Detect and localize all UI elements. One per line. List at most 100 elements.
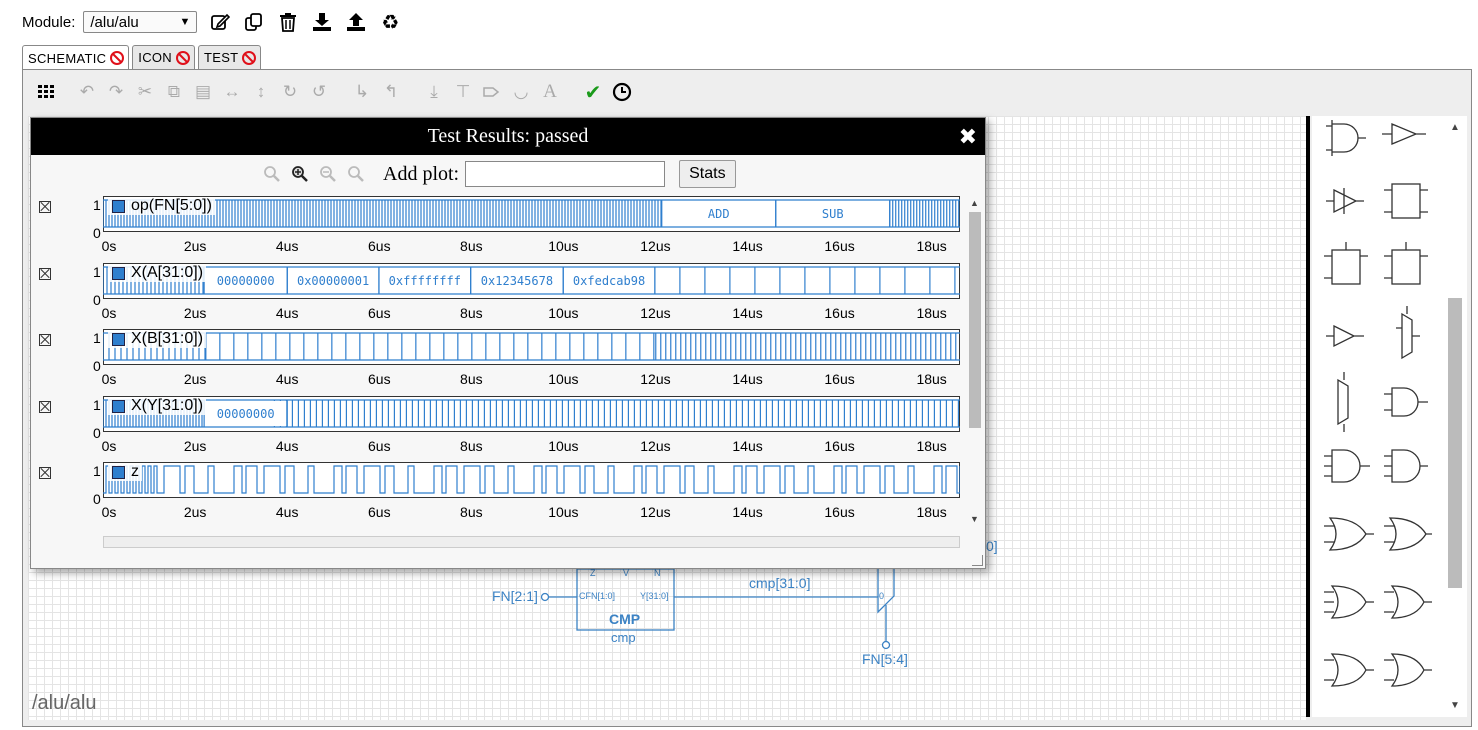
time-tick-label: 12us bbox=[640, 371, 671, 387]
time-tick-label: 12us bbox=[640, 305, 671, 321]
time-tick-label: 16us bbox=[824, 371, 855, 387]
time-tick-label: 4us bbox=[275, 504, 299, 520]
partial-label: 0] bbox=[986, 538, 998, 554]
y-axis-low: 0 bbox=[93, 225, 101, 241]
waveform-plot[interactable]: 00000000 bbox=[103, 396, 960, 432]
time-tick-label: 0s bbox=[101, 371, 117, 387]
time-tick-label: 0s bbox=[101, 504, 117, 520]
remove-plot-checkbox[interactable] bbox=[39, 467, 51, 479]
parts-scrollbar[interactable]: ▲ ▼ bbox=[1447, 120, 1463, 717]
time-tick-label: 2us bbox=[183, 238, 207, 254]
time-tick-label: 18us bbox=[916, 305, 947, 321]
time-tick-label: 4us bbox=[275, 371, 299, 387]
waveform-plot[interactable]: ADD SUB bbox=[103, 196, 960, 232]
y-axis-high: 1 bbox=[93, 330, 101, 346]
zoom-cursor-icon[interactable] bbox=[345, 163, 367, 185]
time-tick-label: 16us bbox=[824, 504, 855, 520]
time-tick-label: 10us bbox=[548, 305, 579, 321]
y-pin: Y[31:0] bbox=[640, 591, 669, 601]
remove-plot-checkbox[interactable] bbox=[39, 268, 51, 280]
time-tick-label: 2us bbox=[183, 438, 207, 454]
add-plot-input[interactable] bbox=[465, 161, 666, 187]
signal-color-swatch[interactable] bbox=[112, 266, 125, 280]
waveform-plot[interactable]: 00000000 0x00000001 0xffffffff 0x12345678 0x… bbox=[103, 263, 960, 299]
signal-color-swatch[interactable] bbox=[112, 199, 125, 213]
time-tick-label: 12us bbox=[640, 438, 671, 454]
remove-plot-checkbox[interactable] bbox=[39, 201, 51, 213]
signal-name: op(FN[5:0]) bbox=[131, 197, 212, 214]
time-tick-label: 2us bbox=[183, 371, 207, 387]
parts-gates bbox=[1324, 120, 1432, 687]
time-tick-label: 8us bbox=[460, 438, 483, 454]
scroll-down-icon[interactable]: ▼ bbox=[1450, 700, 1460, 711]
time-tick-label: 10us bbox=[548, 371, 579, 387]
signal-name: X(A[31:0]) bbox=[131, 264, 204, 281]
waveform-plot[interactable] bbox=[103, 329, 960, 365]
time-tick-label: 6us bbox=[367, 371, 391, 387]
segment-value-label: 0xffffffff bbox=[389, 274, 461, 288]
signal-color-swatch[interactable] bbox=[112, 399, 125, 413]
v-pin: V bbox=[623, 568, 630, 578]
scroll-up-icon[interactable]: ▲ bbox=[1450, 122, 1460, 133]
cmp-instance: cmp bbox=[611, 630, 636, 645]
y-axis-low: 0 bbox=[93, 491, 101, 507]
segment-value-label: ADD bbox=[708, 207, 730, 221]
segment-value-label: 00000000 bbox=[217, 407, 275, 421]
plot-signal-label: X(Y[31:0]) bbox=[108, 397, 207, 415]
time-tick-label: 6us bbox=[367, 238, 391, 254]
time-tick-label: 14us bbox=[732, 438, 763, 454]
time-tick-label: 10us bbox=[548, 438, 579, 454]
time-tick-label: 0s bbox=[101, 305, 117, 321]
cmp-bus-label: cmp[31:0] bbox=[749, 575, 811, 591]
zoom-in-icon[interactable] bbox=[261, 163, 283, 185]
n-pin: N bbox=[654, 568, 661, 578]
time-tick-label: 10us bbox=[548, 238, 579, 254]
signal-color-swatch[interactable] bbox=[112, 465, 125, 479]
dialog-title-bar[interactable]: Test Results: passed ✖ bbox=[31, 118, 985, 155]
time-tick-label: 0s bbox=[101, 438, 117, 454]
test-results-dialog: Test Results: passed ✖ Add plot: Stats 1… bbox=[30, 117, 986, 569]
y-axis-low: 0 bbox=[93, 358, 101, 374]
plots-scrollbar[interactable]: ▲ ▼ bbox=[967, 198, 983, 528]
time-tick-label: 18us bbox=[916, 504, 947, 520]
scroll-down-icon[interactable]: ▼ bbox=[970, 514, 979, 524]
plot-signal-label: z bbox=[108, 463, 142, 481]
mux-input-label: 0 bbox=[879, 591, 885, 601]
zoom-all-icon[interactable] bbox=[289, 163, 311, 185]
y-axis-high: 1 bbox=[93, 264, 101, 280]
scroll-up-icon[interactable]: ▲ bbox=[970, 198, 979, 208]
pane-divider[interactable] bbox=[1306, 116, 1310, 717]
segment-value-label: 00000000 bbox=[217, 274, 275, 288]
cmp-title: CMP bbox=[609, 611, 641, 627]
time-tick-label: 14us bbox=[732, 238, 763, 254]
remove-plot-checkbox[interactable] bbox=[39, 334, 51, 346]
time-tick-label: 18us bbox=[916, 238, 947, 254]
time-tick-label: 18us bbox=[916, 371, 947, 387]
module-path-label: /alu/alu bbox=[32, 692, 97, 714]
z-pin: Z bbox=[590, 568, 596, 578]
signal-name: z bbox=[131, 463, 139, 480]
time-tick-label: 2us bbox=[183, 504, 207, 520]
close-icon[interactable]: ✖ bbox=[959, 125, 977, 150]
y-axis-low: 0 bbox=[93, 425, 101, 441]
plots-scroll-thumb[interactable] bbox=[969, 212, 981, 428]
stats-button[interactable]: Stats bbox=[679, 160, 736, 188]
parts-bin bbox=[1312, 116, 1467, 717]
time-tick-label: 0s bbox=[101, 238, 117, 254]
resize-handle[interactable] bbox=[972, 555, 983, 566]
signal-name: X(B[31:0]) bbox=[131, 330, 204, 347]
waveform-plot[interactable] bbox=[103, 462, 960, 498]
parts-scroll-thumb[interactable] bbox=[1448, 298, 1462, 588]
time-tick-label: 16us bbox=[824, 438, 855, 454]
time-tick-label: 10us bbox=[548, 504, 579, 520]
plot-signal-label: X(A[31:0]) bbox=[108, 264, 207, 282]
signal-color-swatch[interactable] bbox=[112, 332, 125, 346]
time-tick-label: 8us bbox=[460, 305, 483, 321]
remove-plot-checkbox[interactable] bbox=[39, 401, 51, 413]
time-tick-label: 14us bbox=[732, 504, 763, 520]
plots-horizontal-scrollbar[interactable] bbox=[103, 536, 960, 548]
signal-name: X(Y[31:0]) bbox=[131, 397, 204, 414]
zoom-out-icon[interactable] bbox=[317, 163, 339, 185]
plot-signal-label: X(B[31:0]) bbox=[108, 330, 207, 348]
add-plot-row: Add plot: Stats bbox=[261, 159, 736, 189]
